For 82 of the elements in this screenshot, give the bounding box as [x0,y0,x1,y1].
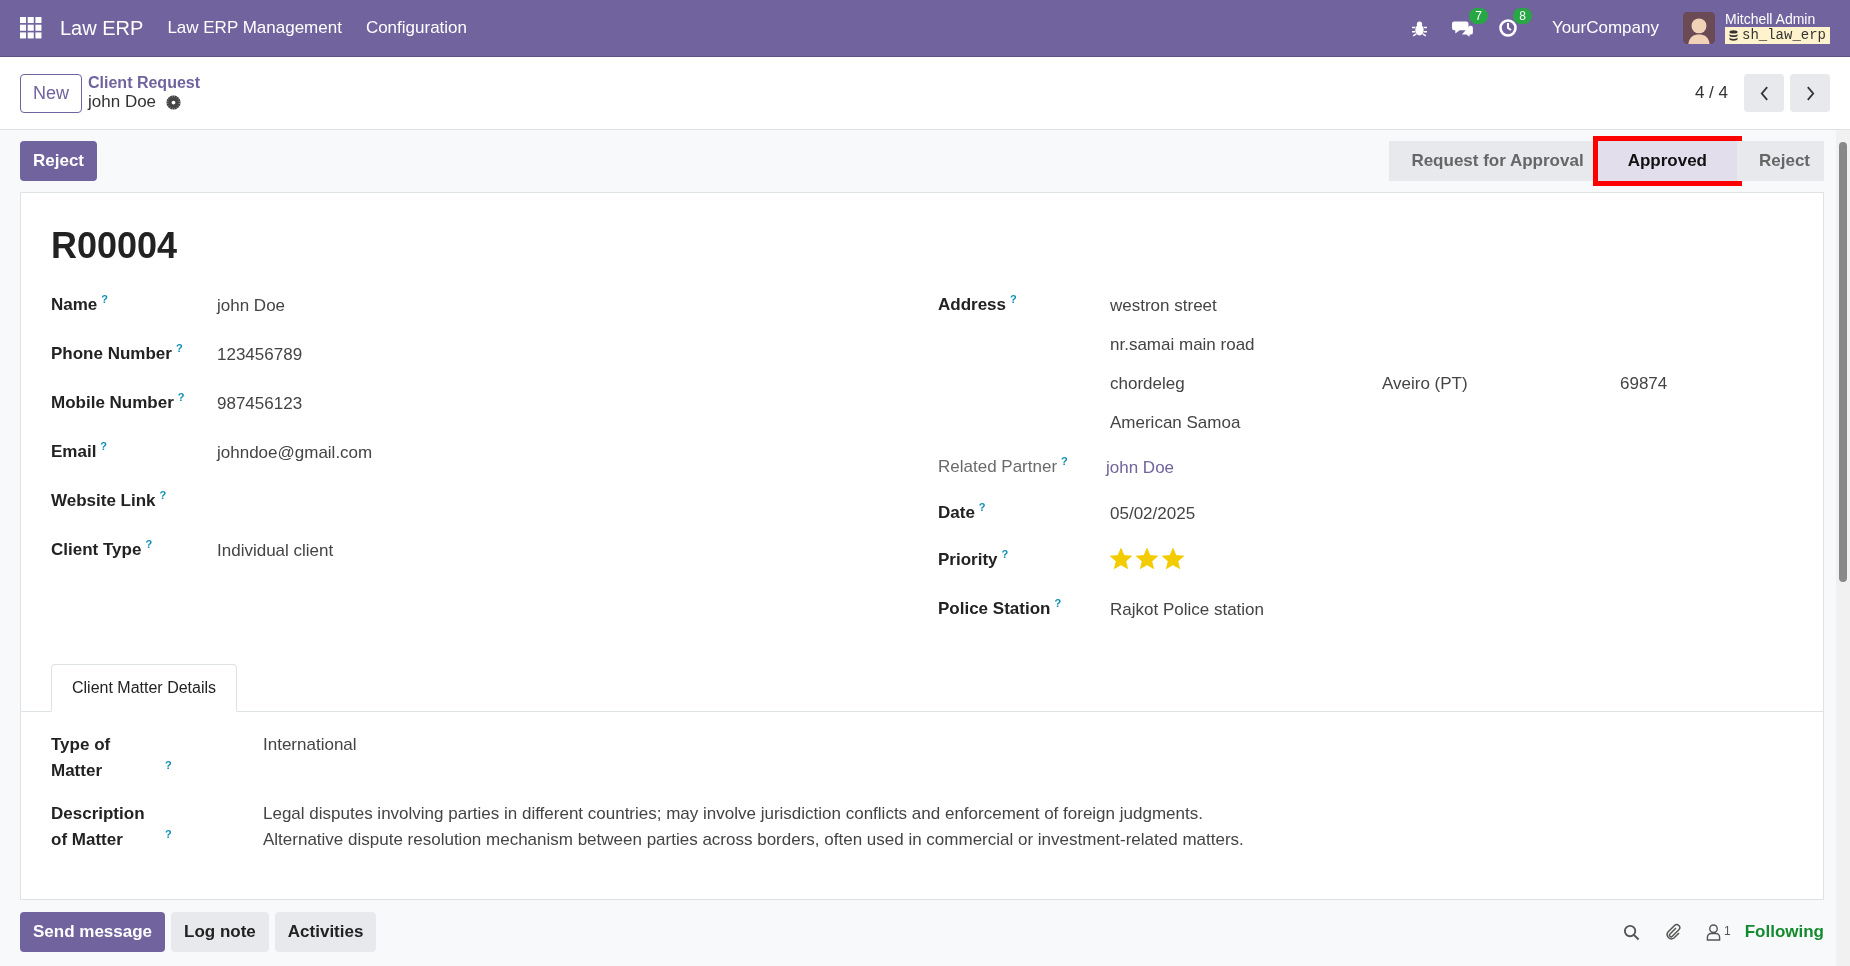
bug-icon[interactable] [1410,19,1428,37]
field-value: Alternative dispute resolution mechanism between parties across borders, often used in commercial or investment-related matters. [263,829,1244,852]
address-city: chordeleg [1110,373,1186,394]
scrollbar-thumb[interactable] [1839,142,1847,582]
help-tooltip-mark[interactable]: ? [165,827,172,840]
field-value: johndoe@gmail.com [217,442,373,464]
chevron-right-icon [1805,85,1815,101]
help-tooltip-mark[interactable]: ? [978,501,986,513]
user-icon[interactable] [1706,923,1721,941]
field-value: 987456123 [217,393,303,415]
message-count-badge: 7 [1469,8,1488,24]
help-tooltip-mark[interactable]: ? [1061,455,1068,467]
field-value: john Doe [217,295,286,317]
clock-icon[interactable] [1497,18,1518,38]
field-label: Type of Matter [51,734,112,782]
app-grid-icon[interactable] [20,17,42,39]
app-name[interactable]: Law ERP [60,16,144,40]
field-label: Email [51,441,97,461]
help-tooltip-mark[interactable]: ? [1010,293,1017,305]
reject-button[interactable]: Reject [20,141,98,181]
chatter-button[interactable]: Activities [274,912,377,952]
search-icon[interactable] [1623,923,1640,941]
field-value: International [263,734,357,756]
field-value: Rajkot Police station [1109,599,1265,621]
record-reference: R00004 [51,225,179,267]
star-icon[interactable] [1162,548,1184,570]
field-label: Address [938,294,1007,314]
new-button[interactable]: New [20,73,82,113]
field-label: Mobile Number [51,392,174,412]
address-zip: 69874 [1620,373,1668,394]
paperclip-icon[interactable] [1664,923,1682,941]
help-tooltip-mark[interactable]: ? [100,440,108,452]
help-tooltip-mark[interactable]: ? [175,342,183,354]
next-button[interactable] [1790,74,1830,112]
chevron-left-icon [1759,85,1769,101]
field-label: Related Partner [938,456,1058,476]
field-value: 123456789 [217,344,303,366]
following-toggle[interactable]: Following [1744,922,1824,942]
field-label: Priority [938,549,998,569]
database-icon [1729,30,1738,42]
help-tooltip-mark[interactable]: ? [145,538,153,550]
field-value: Legal disputes involving parties in different countries; may involve jurisdiction conflicts and enforcement of foreign judgments. [263,803,1204,825]
scrollbar[interactable] [1836,130,1850,966]
chat-icon[interactable] [1451,18,1474,38]
field-value: 05/02/2025 [1109,503,1196,525]
field-label: Website Link [51,490,156,510]
star-icon[interactable] [1136,548,1158,570]
nav-menu-item[interactable]: Law ERP Management [167,18,342,38]
previous-button[interactable] [1744,74,1784,112]
address-country: American Samoa [1110,412,1242,433]
address-street2: nr.samai main road [1110,334,1256,355]
field-value: Individual client [217,540,334,562]
notebook-tab[interactable]: Client Matter Details [51,664,238,712]
nav-menu-item[interactable]: Configuration [365,18,467,38]
database-name: sh_law_erp [1742,28,1826,44]
record-name: john Doe [88,92,157,112]
help-tooltip-mark[interactable]: ? [159,489,167,501]
gear-icon[interactable] [166,94,182,110]
help-tooltip-mark[interactable]: ? [1001,548,1009,560]
field-label: Client Type [51,539,142,559]
help-tooltip-mark[interactable]: ? [177,391,185,403]
field-label: Description of Matter [51,803,146,851]
field-label: Police Station [938,598,1051,618]
breadcrumb-link[interactable]: Client Request [88,74,201,92]
follower-count: 1 [1724,923,1731,938]
field-label: Name [51,294,98,314]
field-label: Date [938,502,975,522]
address-state: Aveiro (PT) [1382,373,1469,394]
user-avatar-icon[interactable] [1683,12,1715,44]
related-partner-link[interactable]: john Doe [1106,455,1175,501]
chatter-button[interactable]: Send message [20,912,166,952]
help-tooltip-mark[interactable]: ? [101,293,109,305]
user-name[interactable]: Mitchell Admin [1725,11,1830,27]
help-tooltip-mark[interactable]: ? [165,758,172,771]
address-street: westron street [1110,295,1218,316]
company-switcher[interactable]: YourCompany [1551,18,1659,38]
activity-count-badge: 8 [1513,8,1532,24]
help-tooltip-mark[interactable]: ? [1054,597,1062,609]
star-icon[interactable] [1110,548,1132,570]
field-label: Phone Number [51,343,172,363]
pager-counter: 4 / 4 [1694,83,1728,103]
chatter-button[interactable]: Log note [171,912,269,952]
